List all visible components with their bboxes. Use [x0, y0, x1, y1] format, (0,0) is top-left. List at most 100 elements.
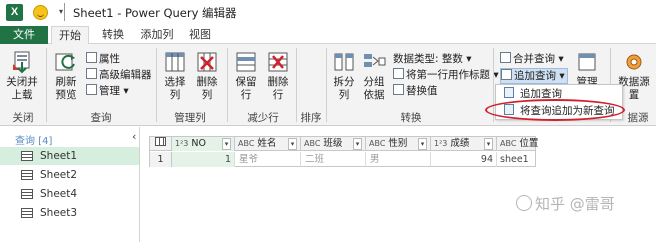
type-icon: ABC — [369, 139, 386, 148]
group-label-query: 查询 — [90, 112, 112, 124]
cell-gender[interactable]: 男 — [366, 152, 431, 167]
group-divider — [296, 48, 297, 122]
tab-home[interactable]: 开始 — [51, 26, 89, 45]
properties-button[interactable]: 属性 — [86, 52, 120, 66]
data-type-label: 数据类型: 整数 — [393, 53, 463, 65]
append-query-icon — [504, 87, 514, 98]
replace-values-icon — [393, 84, 404, 95]
keep-rows-button[interactable]: 保留 行 — [231, 50, 261, 102]
group-by-button[interactable]: 分组 依据 — [360, 50, 388, 102]
merge-queries-label: 合并查询 — [513, 53, 555, 65]
tab-transform[interactable]: 转换 — [98, 26, 128, 44]
table-icon — [21, 189, 33, 199]
choose-columns-icon — [162, 50, 188, 74]
query-item-sheet3[interactable]: Sheet3 — [0, 204, 139, 222]
table-icon — [21, 170, 33, 180]
group-by-label-1: 分组 — [363, 76, 385, 88]
title-separator — [64, 3, 65, 21]
filter-dropdown-icon[interactable]: ▾ — [353, 138, 362, 150]
split-column-button[interactable]: 拆分 列 — [330, 50, 358, 102]
choose-columns-label-2: 列 — [169, 89, 181, 101]
merge-queries-button[interactable]: 合并查询 ▾ — [500, 52, 564, 66]
query-item-sheet1[interactable]: Sheet1 — [0, 147, 139, 165]
advanced-editor-button[interactable]: 高级编辑器 — [86, 68, 152, 82]
cell-position[interactable]: shee1 — [497, 152, 535, 167]
manage-icon — [86, 84, 97, 95]
group-divider — [326, 48, 327, 122]
manage-button[interactable]: 管理 ▾ — [86, 84, 129, 98]
column-name: 班级 — [323, 138, 343, 149]
red-highlight-circle — [485, 99, 625, 121]
group-label-manage-columns: 管理列 — [174, 112, 206, 124]
refresh-label-1: 刷新 — [55, 76, 77, 88]
type-icon: 1²3 — [434, 139, 448, 148]
close-load-label-2: 上载 — [11, 89, 33, 101]
column-name: 性别 — [388, 138, 408, 149]
remove-columns-button[interactable]: 删除 列 — [192, 50, 222, 102]
cell-no[interactable]: 1 — [172, 152, 235, 167]
keep-rows-label-2: 行 — [240, 89, 252, 101]
close-load-button[interactable]: 关闭并 上载 — [6, 50, 38, 102]
column-header-gender[interactable]: ABC 性别 ▾ — [366, 137, 431, 151]
choose-columns-button[interactable]: 选择 列 — [160, 50, 190, 102]
cell-name[interactable]: 星爷 — [235, 152, 301, 167]
data-grid: 1²3 NO ▾ ABC 姓名 ▾ ABC 班级 ▾ ABC 性别 ▾ 1²3 成绩 ▾ ABC 位置… — [149, 136, 538, 167]
refresh-preview-button[interactable]: 刷新 预览 — [50, 50, 82, 102]
remove-rows-icon — [265, 50, 291, 74]
remove-columns-icon — [194, 50, 220, 74]
column-header-class[interactable]: ABC 班级 ▾ — [301, 137, 366, 151]
column-header-score[interactable]: 1²3 成绩 ▾ — [431, 137, 497, 151]
keep-rows-label-1: 保留 — [235, 76, 257, 88]
remove-columns-label-1: 删除 — [196, 76, 218, 88]
split-column-label-1: 拆分 — [333, 76, 355, 88]
merge-queries-icon — [500, 52, 511, 63]
cell-score[interactable]: 94 — [431, 152, 497, 167]
refresh-label-2: 预览 — [55, 89, 77, 101]
query-label: Sheet4 — [40, 188, 78, 200]
query-item-sheet4[interactable]: Sheet4 — [0, 185, 139, 203]
remove-rows-button[interactable]: 删除 行 — [263, 50, 293, 102]
watermark-text: 知乎 @雷哥 — [535, 195, 615, 213]
close-load-icon — [9, 50, 35, 74]
group-divider — [156, 48, 157, 122]
table-menu-icon[interactable] — [150, 137, 172, 151]
append-queries-icon — [501, 69, 512, 80]
chevron-down-icon[interactable]: ▾ — [59, 7, 63, 16]
advanced-editor-label: 高级编辑器 — [99, 69, 152, 81]
filter-dropdown-icon[interactable]: ▾ — [222, 138, 231, 150]
replace-values-label: 替换值 — [406, 85, 438, 97]
column-header-name[interactable]: ABC 姓名 ▾ — [235, 137, 301, 151]
tab-view[interactable]: 视图 — [187, 26, 213, 44]
parameters-icon — [574, 50, 600, 74]
group-label-reduce-rows: 减少行 — [247, 112, 279, 124]
split-column-label-2: 列 — [338, 89, 350, 101]
column-header-position[interactable]: ABC 位置 — [497, 137, 538, 151]
column-name: 姓名 — [257, 138, 277, 149]
smiley-icon[interactable] — [33, 5, 48, 20]
filter-dropdown-icon[interactable]: ▾ — [288, 138, 297, 150]
remove-rows-label-1: 删除 — [267, 76, 289, 88]
replace-values-button[interactable]: 替换值 — [393, 84, 438, 98]
query-item-sheet2[interactable]: Sheet2 — [0, 166, 139, 184]
type-icon: ABC — [238, 139, 255, 148]
group-divider — [46, 48, 47, 122]
type-icon: ABC — [304, 139, 321, 148]
watermark: 知乎 @雷哥 — [516, 193, 615, 214]
tab-add-column[interactable]: 添加列 — [138, 26, 176, 44]
queries-pane: 查询 [4] ‹ Sheet1 Sheet2 Sheet4 Sheet3 — [0, 127, 140, 242]
type-icon: ABC — [500, 139, 517, 148]
tab-file[interactable]: 文件 — [0, 26, 48, 44]
data-type-dropdown[interactable]: 数据类型: 整数 ▾ — [393, 52, 471, 66]
collapse-pane-icon[interactable]: ‹ — [132, 130, 136, 143]
group-label-sort: 排序 — [300, 112, 322, 124]
first-row-headers-button[interactable]: 将第一行用作标题 ▾ — [393, 68, 499, 82]
column-header-no[interactable]: 1²3 NO ▾ — [172, 137, 235, 151]
filter-dropdown-icon[interactable]: ▾ — [418, 138, 427, 150]
queries-header: 查询 [4] — [15, 136, 53, 147]
append-queries-button[interactable]: 追加查询 ▾ — [500, 68, 568, 84]
window-title: Sheet1 - Power Query 编辑器 — [73, 6, 237, 20]
cell-class[interactable]: 二班 — [301, 152, 366, 167]
filter-dropdown-icon[interactable]: ▾ — [484, 138, 493, 150]
query-label: Sheet2 — [40, 169, 78, 181]
group-label-datasource: 据源 — [627, 112, 649, 124]
